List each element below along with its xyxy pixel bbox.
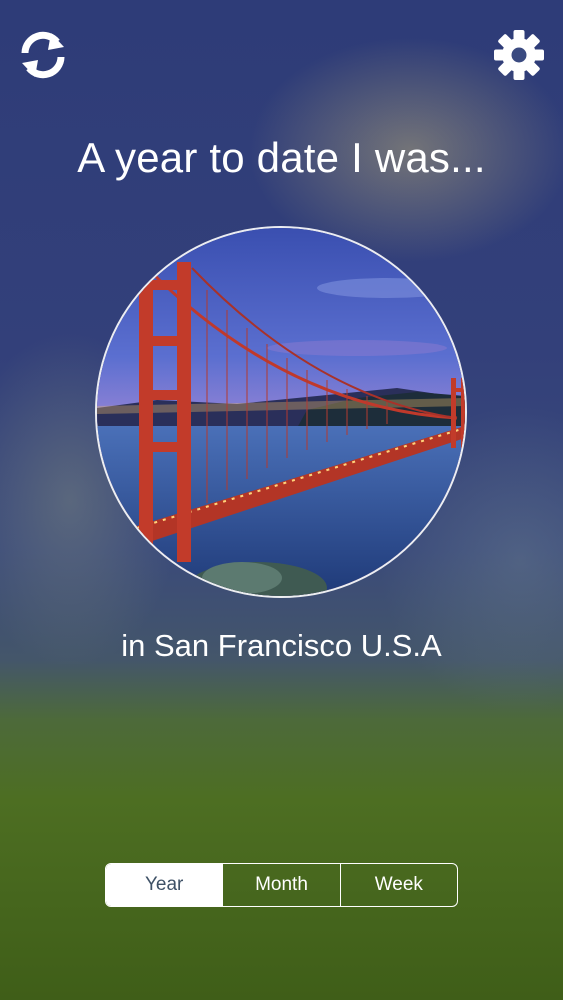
gear-icon bbox=[494, 30, 544, 80]
period-selector: Year Month Week bbox=[105, 863, 458, 907]
period-option-year[interactable]: Year bbox=[106, 864, 223, 906]
period-option-month[interactable]: Month bbox=[222, 864, 339, 906]
location-label: in San Francisco U.S.A bbox=[121, 628, 442, 663]
refresh-button[interactable] bbox=[16, 28, 70, 82]
refresh-icon bbox=[21, 31, 65, 79]
location-photo bbox=[95, 226, 467, 598]
settings-button[interactable] bbox=[490, 26, 548, 84]
headline: A year to date I was... bbox=[77, 134, 486, 181]
period-option-week[interactable]: Week bbox=[339, 864, 457, 906]
golden-gate-bridge-photo bbox=[97, 228, 465, 596]
